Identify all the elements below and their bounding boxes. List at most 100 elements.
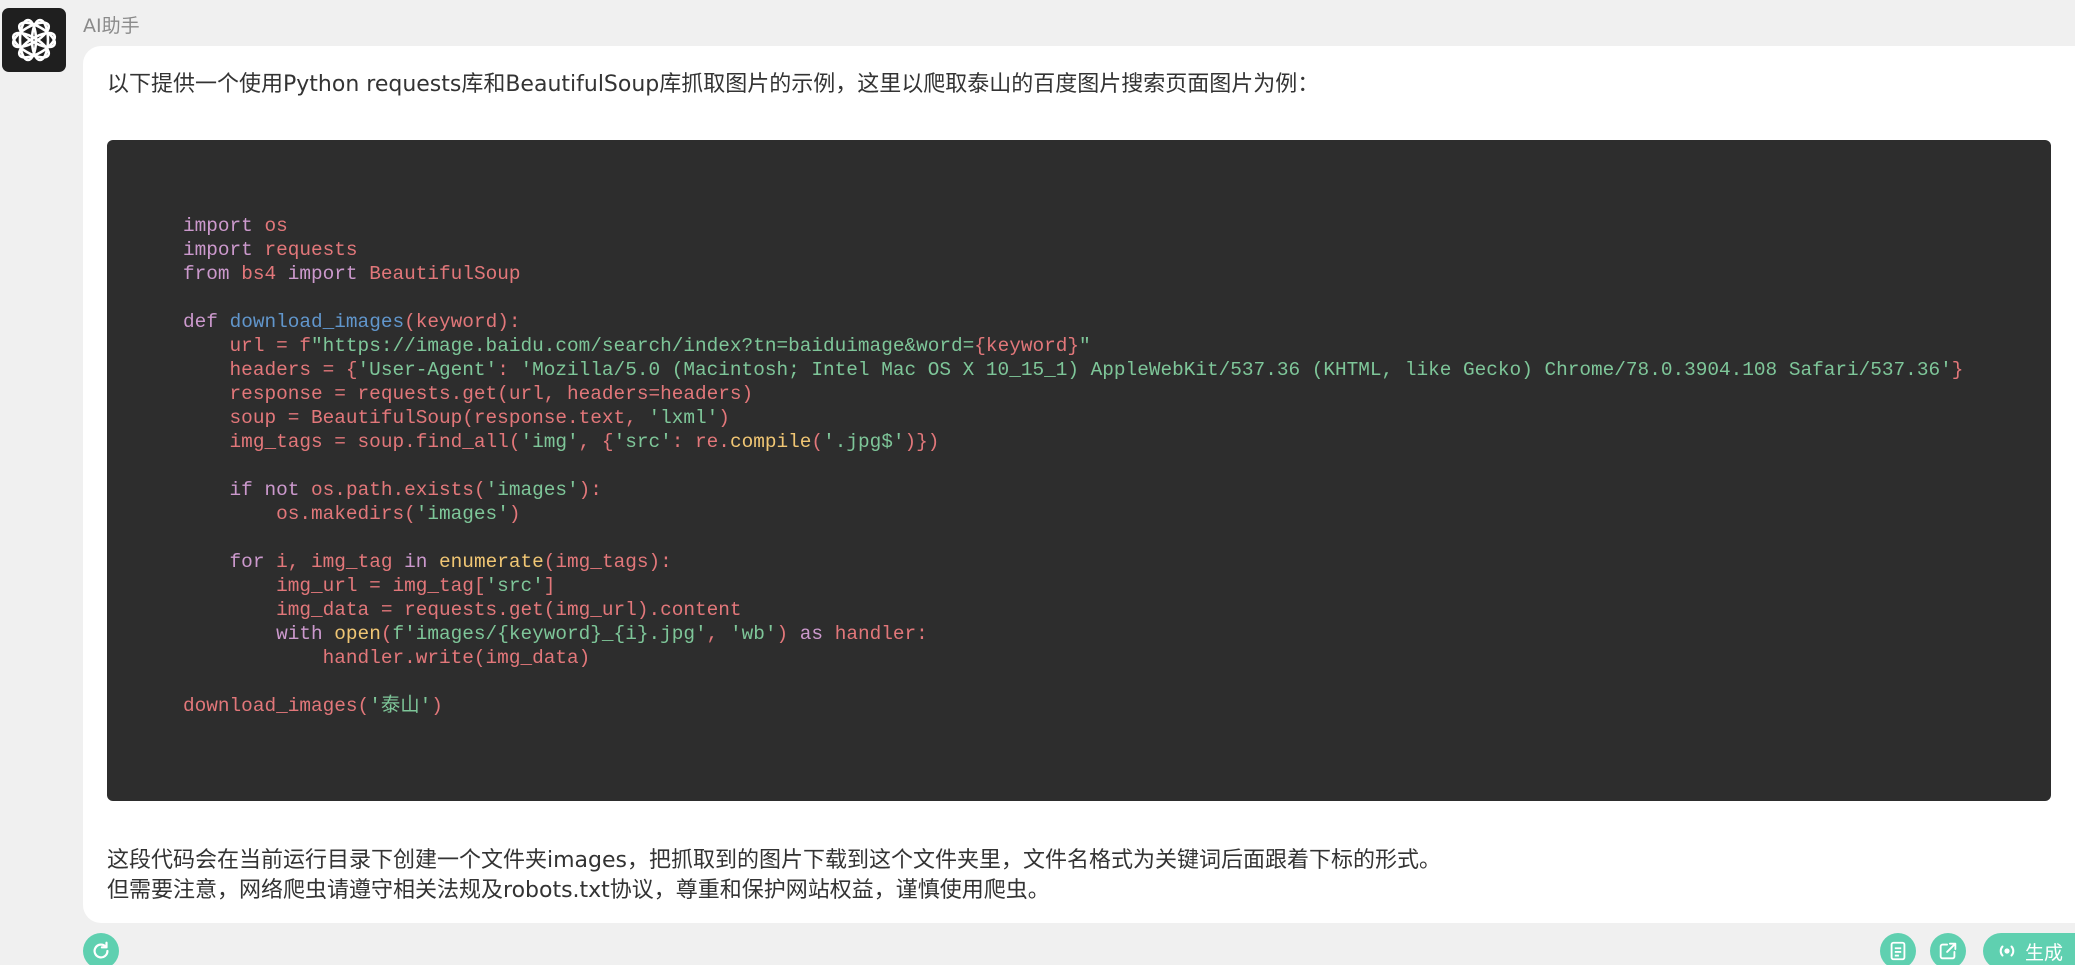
code-token: )	[776, 623, 800, 645]
code-token: "https://image.baidu.com/search/index?tn…	[311, 335, 975, 357]
assistant-name: AI助手	[83, 15, 140, 37]
code-token: response = requests.get(url, headers=hea…	[229, 383, 754, 405]
broadcast-icon	[1999, 945, 2015, 957]
code-token: , {	[578, 431, 614, 453]
code-token: 'img'	[520, 431, 579, 453]
code-line: download_images('泰山')	[183, 695, 443, 717]
code-line: img_data = requests.get(img_url).content	[183, 599, 742, 621]
code-token: os.path.exists(	[311, 479, 486, 501]
code-token: as	[799, 623, 824, 645]
chat-page: AI助手 以下提供一个使用Python requests库和BeautifulS…	[0, 0, 2075, 965]
code-token: def	[183, 311, 218, 333]
code-token: '.jpg$'	[823, 431, 905, 453]
code-token: 'Mozilla/5.0 (Macintosh; Intel Mac OS X …	[520, 359, 1952, 381]
code-token: compile	[729, 431, 812, 453]
code-token: 'wb'	[729, 623, 777, 645]
openai-logo-icon	[11, 18, 57, 62]
code-token: )})	[904, 431, 940, 453]
code-token: 'src'	[613, 431, 672, 453]
code-token: open	[334, 623, 381, 645]
code-token: )	[718, 407, 730, 429]
assistant-avatar	[2, 8, 66, 72]
copy-button[interactable]	[1880, 933, 1916, 965]
share-button[interactable]	[1930, 933, 1966, 965]
code-token: ):	[578, 479, 602, 501]
code-token: img_data = requests.get(img_url).content	[276, 599, 742, 621]
code-line: from bs4 import BeautifulSoup	[183, 263, 521, 285]
share-icon	[1939, 942, 1957, 960]
code-line: if not os.path.exists('images'):	[183, 479, 602, 501]
code-token: enumerate	[439, 551, 544, 573]
code-line: soup = BeautifulSoup(response.text, 'lxm…	[183, 407, 730, 429]
code-line: url = f"https://image.baidu.com/search/i…	[183, 335, 1091, 357]
code-line: os.makedirs('images')	[183, 503, 520, 525]
code-token: }	[1951, 359, 1964, 381]
code-line: for i, img_tag in enumerate(img_tags):	[183, 551, 672, 573]
code-token: headers = {	[229, 359, 358, 381]
code-token: 'lxml'	[648, 407, 719, 429]
message-outro: 这段代码会在当前运行目录下创建一个文件夹images，把抓取到的图片下载到这个文…	[107, 846, 1441, 906]
code-content[interactable]: import os import requests from bs4 impor…	[183, 214, 1963, 718]
code-token: handler:	[834, 623, 928, 645]
code-token: requests	[264, 239, 358, 261]
code-token: handler.write(img_data)	[322, 647, 591, 669]
code-line: import requests	[183, 239, 358, 261]
code-token: {keyword}	[974, 335, 1080, 357]
code-token: soup = BeautifulSoup(response.text,	[229, 407, 649, 429]
code-token: import	[183, 239, 253, 261]
generate-button[interactable]: 生成	[1983, 933, 2075, 965]
code-line: img_tags = soup.find_all('img', {'src': …	[183, 431, 940, 453]
code-token: bs4	[241, 263, 277, 285]
code-token: if	[229, 479, 253, 501]
code-line: import os	[183, 215, 288, 237]
code-token: for	[229, 551, 265, 573]
code-token: img_url = img_tag[	[276, 575, 486, 597]
generate-label: 生成	[2025, 941, 2064, 964]
code-token: url = f	[229, 335, 312, 357]
code-token: download_images	[229, 311, 405, 333]
code-token: os	[264, 215, 288, 237]
code-token: f'images/{keyword}_{i}.jpg'	[392, 623, 707, 645]
code-token: )	[431, 695, 443, 717]
code-line: with open(f'images/{keyword}_{i}.jpg', '…	[183, 623, 928, 645]
code-token: : re.	[671, 431, 730, 453]
message-intro: 以下提供一个使用Python requests库和BeautifulSoup库抓…	[107, 72, 1320, 97]
regenerate-button[interactable]	[83, 933, 119, 965]
code-token: import	[183, 215, 253, 237]
code-block[interactable]: import os import requests from bs4 impor…	[107, 140, 2051, 801]
assistant-message: 以下提供一个使用Python requests库和BeautifulSoup库抓…	[83, 46, 2075, 923]
code-token: :	[497, 359, 521, 381]
code-token: (	[811, 431, 824, 453]
code-token: 'User-Agent'	[357, 359, 498, 381]
code-token: 'images'	[485, 479, 579, 501]
code-token: BeautifulSoup	[369, 263, 521, 285]
outro-line-2: 但需要注意，网络爬虫请遵守相关法规及robots.txt协议，尊重和保护网站权益…	[107, 878, 1050, 903]
document-icon	[1890, 941, 1906, 961]
code-line: handler.write(img_data)	[183, 647, 591, 669]
code-line: def download_images(keyword):	[183, 311, 520, 333]
code-token: import	[287, 263, 358, 285]
code-token: (	[380, 623, 393, 645]
refresh-icon	[93, 941, 109, 959]
